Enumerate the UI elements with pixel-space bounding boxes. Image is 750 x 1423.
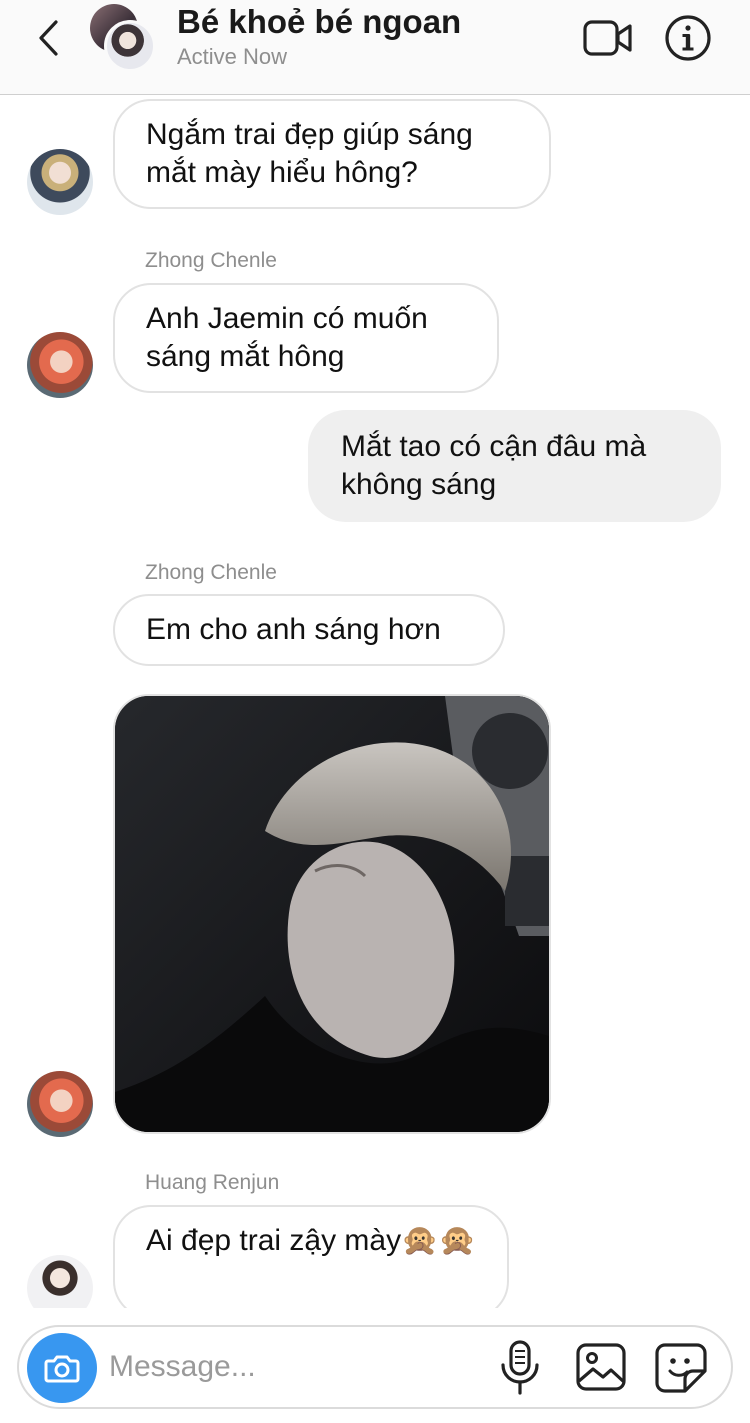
avatar[interactable] — [27, 1255, 93, 1308]
gallery-icon — [576, 1343, 626, 1391]
info-button[interactable] — [664, 14, 712, 62]
message-bubble-outgoing[interactable]: Mắt tao có cận đâu mà không sáng — [308, 410, 721, 522]
message-bubble[interactable]: Em cho anh sáng hơn — [113, 594, 505, 666]
message-bubble[interactable]: Ai đẹp trai zậy mày🙊🙊 — [113, 1205, 509, 1308]
chat-header: Bé khoẻ bé ngoan Active Now — [0, 0, 750, 95]
chevron-left-icon — [39, 20, 58, 56]
avatar[interactable] — [27, 332, 93, 398]
microphone-button[interactable] — [497, 1339, 543, 1397]
sender-name: Zhong Chenle — [145, 561, 277, 584]
chat-title[interactable]: Bé khoẻ bé ngoan — [177, 3, 461, 41]
info-icon — [665, 15, 711, 61]
back-button[interactable] — [28, 16, 68, 60]
message-bubble[interactable]: Anh Jaemin có muốn sáng mắt hông — [113, 283, 499, 393]
video-call-button[interactable] — [582, 16, 634, 60]
sticker-button[interactable] — [653, 1341, 709, 1395]
active-status: Active Now — [177, 44, 288, 69]
message-input[interactable] — [109, 1341, 489, 1393]
message-composer — [17, 1325, 733, 1409]
avatar[interactable] — [27, 149, 93, 215]
message-bubble[interactable]: Ngắm trai đẹp giúp sáng mắt mày hiểu hôn… — [113, 99, 551, 209]
avatar[interactable] — [27, 1071, 93, 1137]
shared-photo[interactable] — [113, 694, 551, 1134]
camera-button[interactable] — [27, 1333, 97, 1403]
video-camera-icon — [583, 20, 632, 56]
message-thread[interactable]: Ngắm trai đẹp giúp sáng mắt mày hiểu hôn… — [0, 96, 750, 1308]
group-avatar[interactable] — [90, 4, 160, 74]
camera-icon — [44, 1355, 80, 1383]
sender-name: Zhong Chenle — [145, 249, 277, 272]
photo-portrait — [115, 696, 549, 1132]
group-avatar-front — [104, 20, 156, 72]
sender-name: Huang Renjun — [145, 1171, 280, 1194]
microphone-icon — [501, 1340, 539, 1395]
gallery-button[interactable] — [573, 1341, 629, 1395]
sticker-icon — [655, 1343, 707, 1393]
